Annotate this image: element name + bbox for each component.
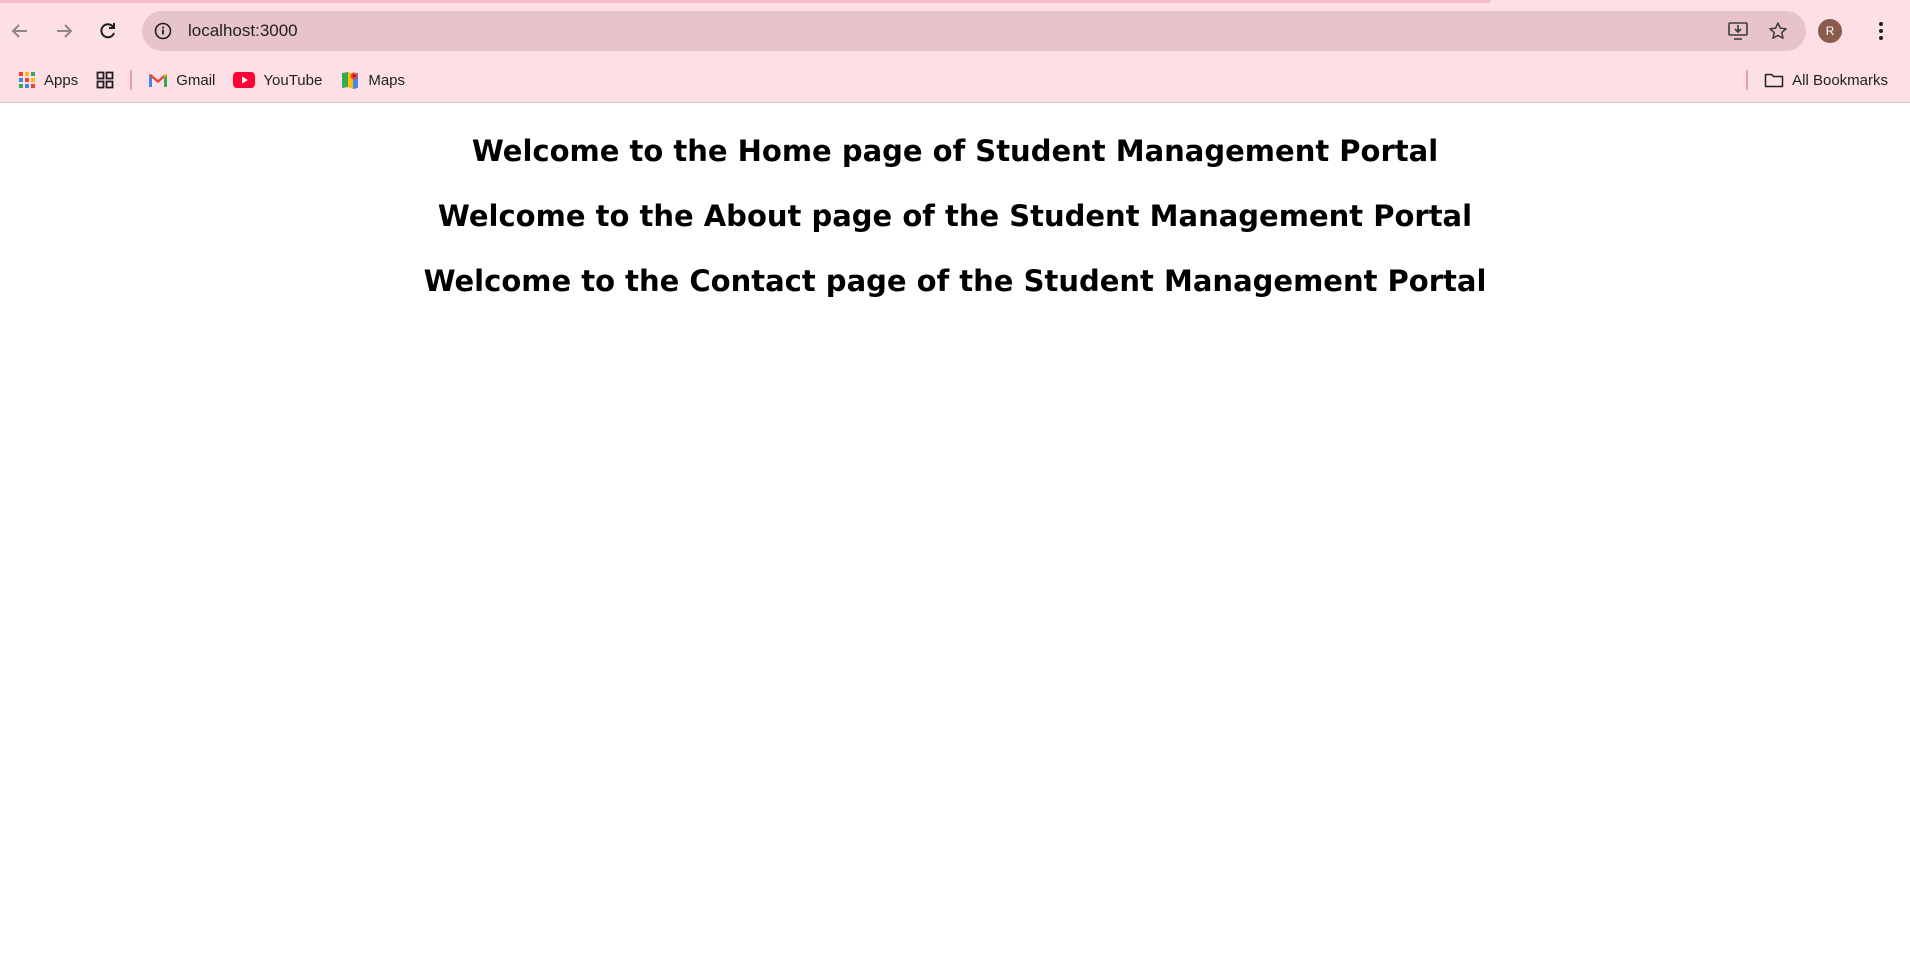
browser-toolbar: localhost:3000 R: [0, 3, 1910, 58]
bookmark-maps-label: Maps: [368, 71, 406, 89]
install-app-icon: [1728, 22, 1748, 40]
arrow-left-icon: [11, 23, 27, 38]
bookmark-apps[interactable]: Apps: [12, 65, 84, 95]
site-info-button[interactable]: [148, 16, 178, 46]
profile-initial: R: [1825, 23, 1835, 38]
forward-button[interactable]: [44, 11, 84, 51]
about-heading: Welcome to the About page of the Student…: [437, 199, 1473, 233]
youtube-icon: [233, 72, 256, 88]
bookmark-gmail-label: Gmail: [176, 71, 216, 89]
tab-groups-icon: [96, 71, 114, 89]
reload-icon: [100, 22, 115, 38]
bookmark-gmail[interactable]: Gmail: [142, 65, 221, 95]
star-icon: [1769, 22, 1787, 39]
home-heading: Welcome to the Home page of Student Mana…: [471, 134, 1439, 168]
browser-menu-button[interactable]: [1866, 11, 1896, 51]
back-button[interactable]: [0, 11, 40, 51]
bookmark-maps[interactable]: Maps: [334, 65, 411, 95]
folder-icon: [1764, 72, 1784, 88]
reload-button[interactable]: [88, 11, 128, 51]
bookmark-star-button[interactable]: [1760, 13, 1796, 49]
url-text[interactable]: localhost:3000: [188, 21, 1720, 41]
install-app-button[interactable]: [1720, 13, 1756, 49]
bookmark-youtube-label: YouTube: [263, 71, 323, 89]
page-content: Welcome to the Home page of Student Mana…: [0, 103, 1910, 314]
all-bookmarks-label: All Bookmarks: [1792, 71, 1888, 89]
bookmark-separator: [130, 70, 133, 90]
contact-heading: Welcome to the Contact page of the Stude…: [423, 264, 1487, 298]
tab-groups-button[interactable]: [90, 65, 120, 95]
bookmarks-bar: Apps Gmail YouTube Maps All Bookmarks: [0, 58, 1910, 102]
maps-icon: [340, 70, 360, 90]
kebab-menu-icon: [1879, 21, 1883, 40]
toolbar-right: R: [1818, 3, 1910, 58]
profile-avatar[interactable]: R: [1818, 18, 1842, 43]
bookmark-youtube[interactable]: YouTube: [227, 65, 328, 95]
apps-grid-icon: [18, 71, 36, 89]
bookmark-apps-label: Apps: [44, 71, 79, 89]
address-bar[interactable]: localhost:3000: [142, 11, 1806, 51]
gmail-icon: [148, 72, 168, 88]
all-bookmarks-button[interactable]: All Bookmarks: [1758, 65, 1894, 95]
browser-chrome: localhost:3000 R Apps Gmail YouTube Maps…: [0, 0, 1910, 103]
all-bookmarks-separator: [1746, 70, 1748, 90]
info-icon: [154, 22, 172, 40]
arrow-right-icon: [57, 23, 73, 38]
